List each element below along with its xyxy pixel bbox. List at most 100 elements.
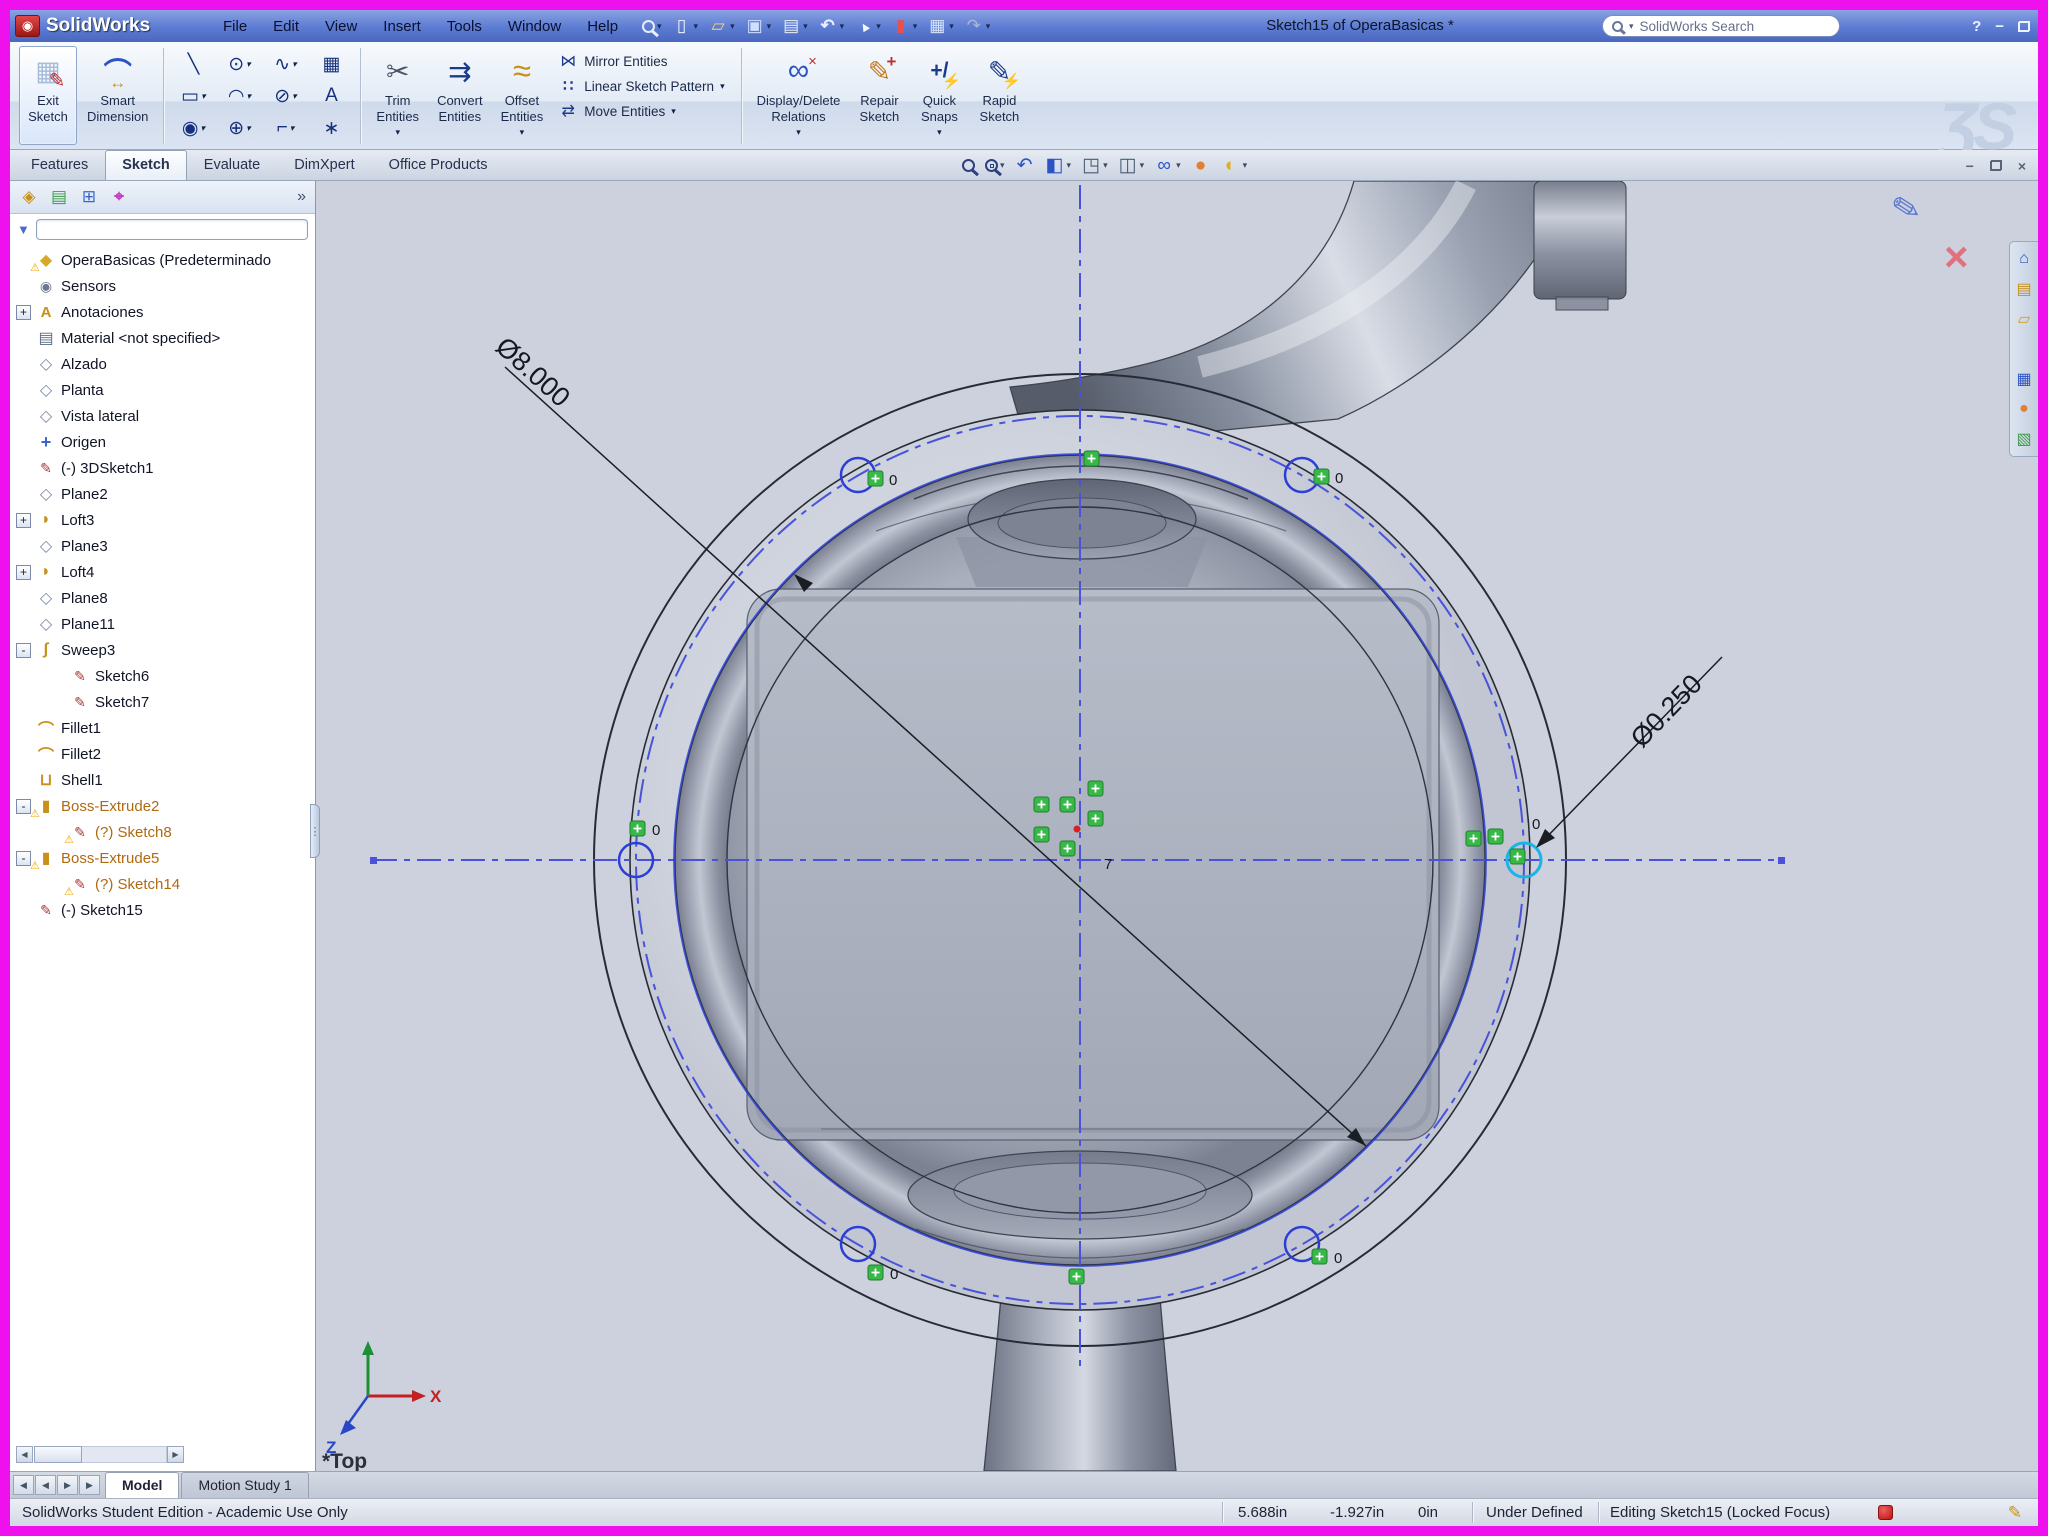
dimxpertmanager-tab-icon[interactable] — [109, 187, 129, 207]
tree-item[interactable]: (?) Sketch14 — [10, 871, 314, 897]
tree-expander[interactable] — [16, 747, 31, 762]
tree-expander[interactable] — [16, 487, 31, 502]
hide-show-items-icon[interactable]: ▾ — [1154, 156, 1181, 176]
line-tool-icon[interactable]: ╲▾ — [170, 48, 216, 80]
dimension-label[interactable]: Ø8.000 — [490, 331, 576, 413]
search-box[interactable]: ▾ — [1602, 15, 1840, 37]
polygon-tool-icon[interactable]: ⊕▾ — [216, 112, 262, 144]
tree-item[interactable]: Sensors — [10, 273, 314, 299]
arc-tool-icon[interactable]: ◠▾ — [216, 80, 262, 112]
tree-item[interactable]: Planta — [10, 377, 314, 403]
tree-expander[interactable] — [50, 695, 65, 710]
command-tab[interactable]: DimXpert — [277, 150, 371, 180]
command-tab[interactable]: Evaluate — [187, 150, 277, 180]
exit-sketch-button[interactable]: Exit Sketch ▾ — [19, 46, 77, 145]
previous-view-icon[interactable]: ▾ — [1015, 156, 1035, 176]
diameter-dimension-small[interactable]: Ø0.250 — [1536, 657, 1722, 848]
save-icon[interactable]: ▾ — [743, 14, 774, 38]
search-input[interactable] — [1640, 19, 1830, 34]
scrollbar-track[interactable] — [82, 1446, 167, 1463]
tree-expander[interactable]: - — [16, 799, 31, 814]
tree-item[interactable]: Shell1 — [10, 767, 314, 793]
linear-sketch-pattern-button[interactable]: Linear Sketch Pattern ▾ — [558, 77, 724, 95]
spline-tool-icon[interactable]: ∿▾ — [262, 48, 308, 80]
open-icon[interactable]: ▾ — [706, 14, 737, 38]
select-icon[interactable]: ▾ — [852, 14, 883, 38]
menu-item[interactable]: Window — [495, 12, 574, 41]
appearances-icon[interactable] — [2014, 399, 2034, 419]
solidworks-resources-icon[interactable] — [2014, 249, 2034, 269]
cancel-sketch-icon[interactable]: × — [1944, 233, 1969, 281]
custom-properties-icon[interactable] — [2014, 429, 2034, 449]
command-tab[interactable]: Sketch — [105, 150, 187, 180]
tree-item[interactable]: Plane3 — [10, 533, 314, 559]
offset-entities-button[interactable]: Offset Entities ▾ — [493, 46, 552, 145]
menu-item[interactable]: Help — [574, 12, 631, 41]
tree-item[interactable]: Fillet2 — [10, 741, 314, 767]
search-dropdown-icon[interactable]: ▾ — [1629, 21, 1634, 32]
tree-expander[interactable] — [16, 539, 31, 554]
construction-circle-tool-icon[interactable]: ◉▾ — [170, 112, 216, 144]
sketch-grid-icon[interactable]: ▦▾ — [308, 48, 354, 80]
error-indicator-icon[interactable] — [1878, 1505, 1893, 1520]
display-style-icon[interactable]: ▾ — [1118, 156, 1145, 176]
dropdown-arrow-icon[interactable]: ▾ — [520, 127, 525, 138]
dropdown-arrow-icon[interactable]: ▾ — [395, 127, 400, 138]
file-explorer-icon[interactable] — [2014, 309, 2034, 329]
manager-overflow-chevron[interactable]: » — [297, 188, 306, 206]
propertymanager-tab-icon[interactable] — [49, 187, 69, 207]
tree-filter-input[interactable] — [36, 219, 308, 240]
tree-item[interactable]: Plane11 — [10, 611, 314, 637]
tree-item[interactable]: Sketch7 — [10, 689, 314, 715]
zoom-area-icon[interactable]: ▾ — [985, 159, 1005, 172]
first-sheet-button[interactable]: ◀ — [13, 1475, 34, 1495]
tree-expander[interactable] — [16, 461, 31, 476]
last-sheet-button[interactable]: ▶ — [79, 1475, 100, 1495]
rectangle-tool-icon[interactable]: ▭▾ — [170, 80, 216, 112]
tree-expander[interactable] — [16, 331, 31, 346]
tree-expander[interactable]: - — [16, 643, 31, 658]
tree-item[interactable]: (?) Sketch8 — [10, 819, 314, 845]
command-tab[interactable]: Features — [14, 150, 105, 180]
model-tab[interactable]: Motion Study 1 — [181, 1472, 308, 1498]
tree-item[interactable]: Sketch6 — [10, 663, 314, 689]
tree-expander[interactable] — [16, 721, 31, 736]
move-entities-button[interactable]: Move Entities ▾ — [558, 102, 724, 120]
tree-item[interactable]: Vista lateral — [10, 403, 314, 429]
tree-item[interactable]: + Anotaciones — [10, 299, 314, 325]
view-orientation-icon[interactable]: ▾ — [1081, 156, 1108, 176]
tree-expander[interactable]: + — [16, 305, 31, 320]
tree-expander[interactable]: + — [16, 513, 31, 528]
tree-item[interactable]: (-) Sketch15 — [10, 897, 314, 923]
dropdown-arrow-icon[interactable]: ▾ — [796, 127, 801, 138]
tree-item[interactable]: + Loft4 — [10, 559, 314, 585]
tree-expander[interactable] — [16, 591, 31, 606]
command-tab[interactable]: Office Products — [372, 150, 505, 180]
tree-horizontal-scrollbar[interactable]: ◀ ▶ — [16, 1446, 184, 1463]
tree-expander[interactable] — [16, 279, 31, 294]
view-palette-icon[interactable] — [2014, 369, 2034, 389]
tree-item[interactable]: Plane2 — [10, 481, 314, 507]
tree-item[interactable]: - Sweep3 — [10, 637, 314, 663]
scroll-right-arrow[interactable]: ▶ — [167, 1446, 184, 1463]
edit-appearance-icon[interactable]: ▾ — [1191, 156, 1211, 176]
circle-tool-icon[interactable]: ⊙▾ — [216, 48, 262, 80]
design-library-icon[interactable] — [2014, 279, 2034, 299]
new-file-icon[interactable]: ▾ — [670, 14, 701, 38]
tree-item[interactable]: Alzado — [10, 351, 314, 377]
menu-item[interactable]: Edit — [260, 12, 312, 41]
document-close-button[interactable]: × — [2018, 158, 2026, 174]
tree-expander[interactable] — [16, 773, 31, 788]
tree-item[interactable]: Plane8 — [10, 585, 314, 611]
featuremanager-tab-icon[interactable] — [19, 187, 39, 207]
tree-expander[interactable] — [16, 253, 31, 268]
rapid-sketch-button[interactable]: Rapid Sketch ▾ — [970, 46, 1028, 145]
smart-dimension-button[interactable]: Smart Dimension ▾ — [79, 46, 156, 145]
tree-expander[interactable] — [16, 903, 31, 918]
section-view-icon[interactable]: ▾ — [1045, 156, 1072, 176]
dimension-label[interactable]: Ø0.250 — [1625, 669, 1708, 754]
tree-item[interactable]: + Loft3 — [10, 507, 314, 533]
dropdown-arrow-icon[interactable]: ▾ — [720, 81, 725, 92]
tree-item[interactable]: (-) 3DSketch1 — [10, 455, 314, 481]
tree-item[interactable]: - Boss-Extrude2 — [10, 793, 314, 819]
